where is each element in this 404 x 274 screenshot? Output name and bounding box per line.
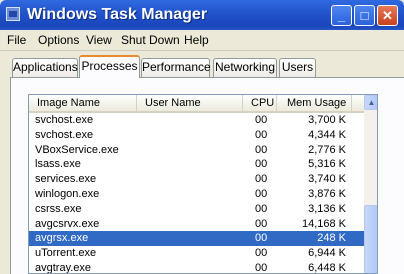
scroll-up-button[interactable]: ▲ [364,95,377,110]
window-title: Windows Task Manager [27,6,208,23]
menu-file[interactable]: File [7,32,26,48]
process-mem-usage: 5,316 K [308,158,346,171]
process-name: avgtray.exe [35,261,92,274]
process-name: avgcsrvx.exe [35,217,100,230]
table-row[interactable]: svchost.exe 00 3,700 K [29,113,364,128]
table-row[interactable]: uTorrent.exe 00 6,944 K [29,246,364,261]
process-mem-usage: 6,944 K [308,247,346,260]
tab-networking[interactable]: Networking [213,58,277,77]
process-name: VBoxService.exe [35,143,119,156]
process-mem-usage: 3,136 K [308,202,346,215]
scrollbar-thumb[interactable] [364,205,377,273]
process-rows: svchost.exe 00 3,700 K svchost.exe 00 4,… [29,113,364,274]
minimize-button[interactable]: _ [331,5,352,26]
column-header-image-name[interactable]: Image Name [29,95,137,111]
process-cpu: 00 [255,261,268,274]
menu-view[interactable]: View [86,32,112,48]
process-mem-usage: 3,700 K [308,114,346,126]
tab-performance[interactable]: Performance [141,58,211,77]
process-cpu: 00 [255,114,268,126]
table-row[interactable]: csrss.exe 00 3,136 K [29,202,364,217]
process-cpu: 00 [255,128,268,141]
table-row[interactable]: winlogon.exe 00 3,876 K [29,187,364,202]
process-cpu: 00 [255,143,268,156]
table-row[interactable]: lsass.exe 00 5,316 K [29,157,364,172]
process-name: svchost.exe [35,114,94,126]
process-cpu: 00 [255,217,268,230]
process-list-header: Image Name User Name CPU Mem Usage [29,95,364,113]
process-name: uTorrent.exe [35,247,97,260]
process-name: services.exe [35,173,97,186]
process-list[interactable]: Image Name User Name CPU Mem Usage svcho… [28,94,378,274]
column-header-mem-usage[interactable]: Mem Usage [277,95,352,111]
table-row[interactable]: avgcsrvx.exe 00 14,168 K [29,217,364,232]
menu-options[interactable]: Options [38,32,79,48]
process-mem-usage: 3,876 K [308,187,346,200]
process-cpu: 00 [255,173,268,186]
process-mem-usage: 4,344 K [308,128,346,141]
table-row[interactable]: avgtray.exe 00 6,448 K [29,261,364,274]
tab-users[interactable]: Users [279,58,316,77]
table-row[interactable]: services.exe 00 3,740 K [29,172,364,187]
column-header-user-name[interactable]: User Name [137,95,243,111]
process-cpu: 00 [255,187,268,200]
process-name: winlogon.exe [35,187,100,200]
process-cpu: 00 [255,232,268,245]
menu-help[interactable]: Help [184,32,209,48]
task-manager-app-icon [6,7,20,21]
task-manager-window: Windows Task Manager _ □ ✕ File Options … [0,0,404,274]
process-mem-usage: 248 K [317,232,346,245]
close-button[interactable]: ✕ [377,5,398,26]
process-cpu: 00 [255,247,268,260]
table-row[interactable]: svchost.exe 00 4,344 K [29,128,364,143]
process-cpu: 00 [255,158,268,171]
menu-shut-down[interactable]: Shut Down [121,32,180,48]
table-row[interactable]: VBoxService.exe 00 2,776 K [29,143,364,158]
vertical-scrollbar[interactable]: ▲ [364,95,377,273]
process-cpu: 00 [255,202,268,215]
process-mem-usage: 2,776 K [308,143,346,156]
process-mem-usage: 6,448 K [308,261,346,274]
process-name: avgrsx.exe [35,232,89,245]
process-mem-usage: 14,168 K [301,217,346,230]
column-header-cpu[interactable]: CPU [243,95,277,111]
table-row-selected[interactable]: avgrsx.exe 00 248 K [29,231,364,247]
process-name: svchost.exe [35,128,94,141]
process-name: csrss.exe [35,202,82,215]
process-mem-usage: 3,740 K [308,173,346,186]
title-bar[interactable]: Windows Task Manager _ □ ✕ [0,0,404,30]
tab-processes[interactable]: Processes [79,55,140,78]
menu-bar: File Options View Shut Down Help [0,30,404,51]
tab-applications[interactable]: Applications [12,58,78,77]
maximize-button[interactable]: □ [354,5,375,26]
process-name: lsass.exe [35,158,81,171]
